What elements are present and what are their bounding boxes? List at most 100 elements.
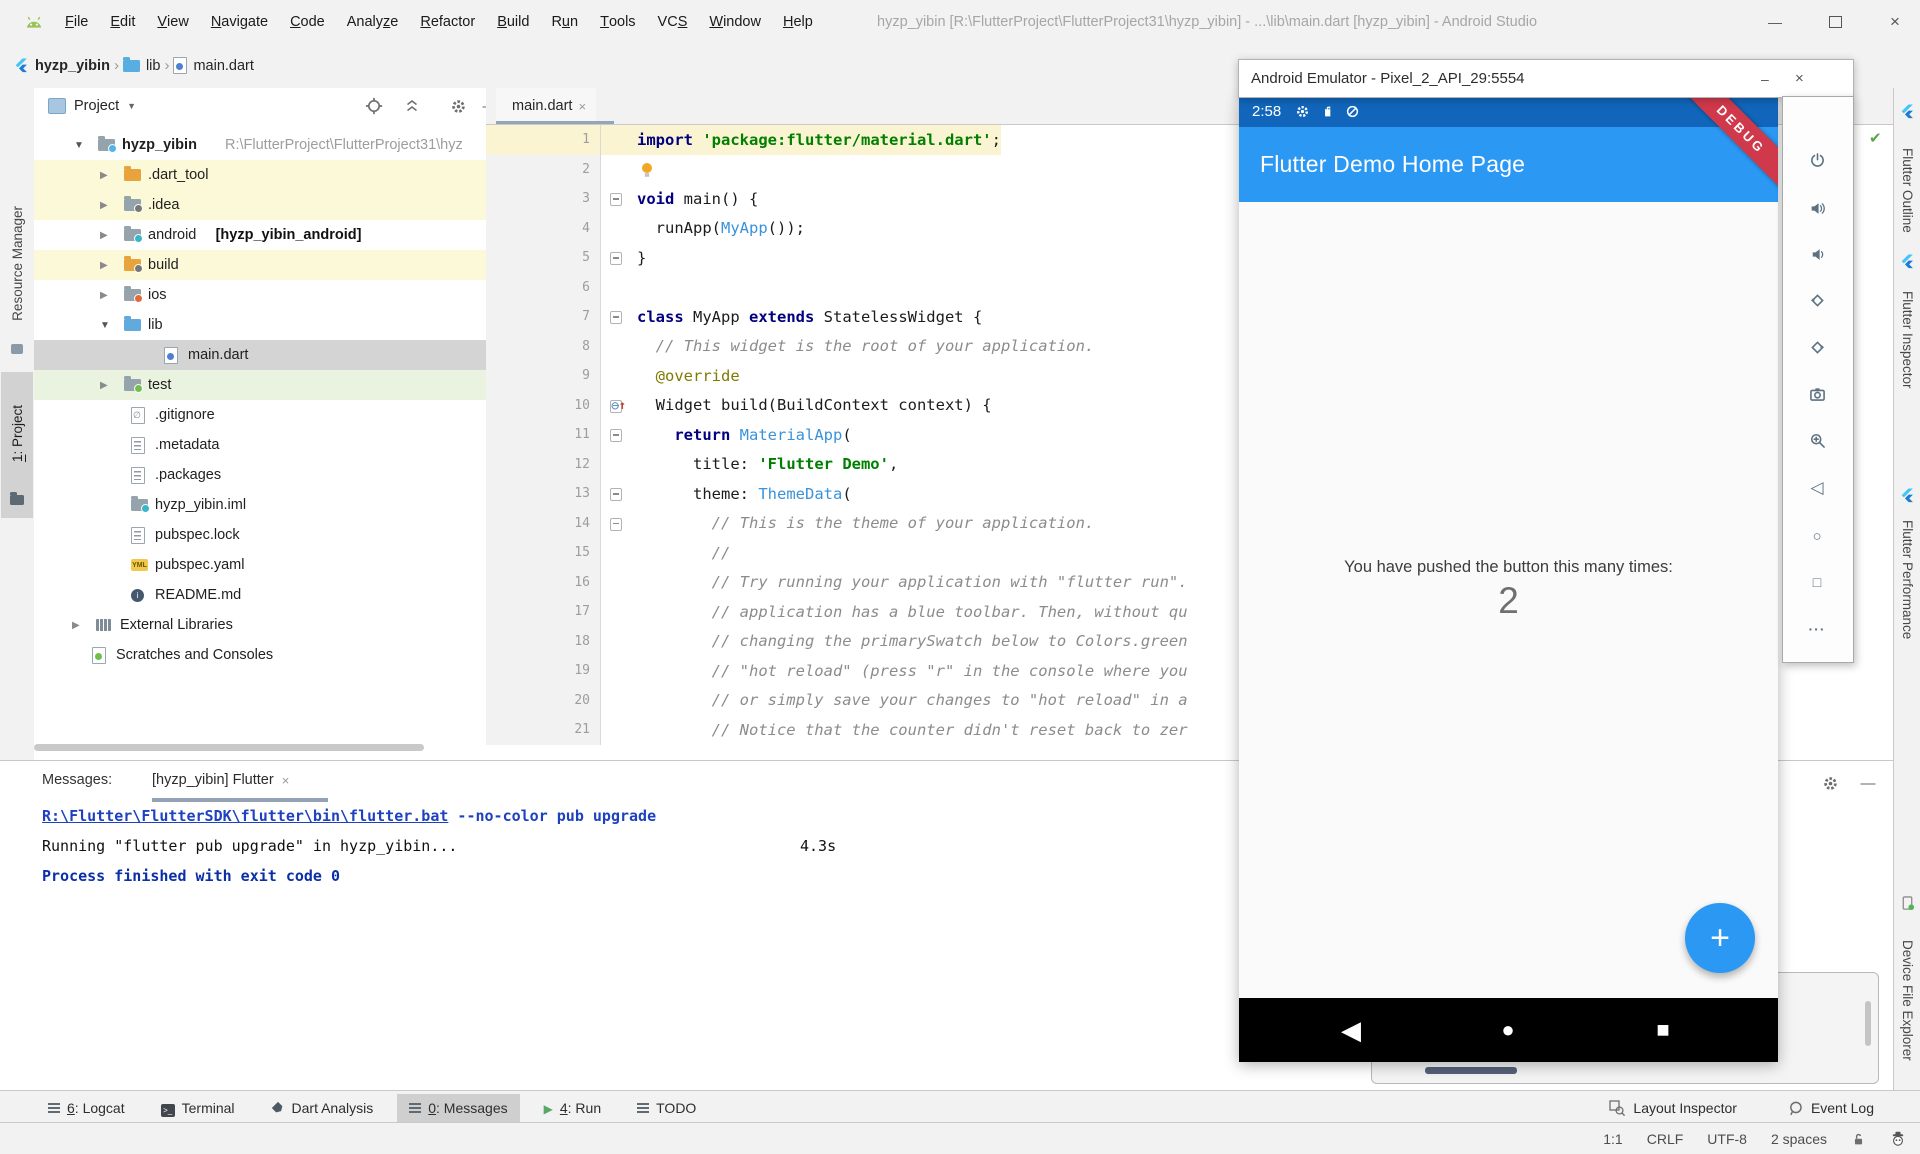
breadcrumb-item-lib[interactable]: lib xyxy=(123,58,161,74)
tree-item-hyzp-yibin-iml[interactable]: hyzp_yibin.iml xyxy=(34,490,486,520)
menu-item-run[interactable]: Run xyxy=(540,0,589,44)
tool-button-terminal[interactable]: >_Terminal xyxy=(149,1094,247,1122)
emulator-screenshot-icon[interactable] xyxy=(1783,383,1851,405)
emulator-screen[interactable]: 2:58 Flutter Demo Home Page DEBUG You ha… xyxy=(1239,96,1778,1062)
menu-item-build[interactable]: Build xyxy=(486,0,540,44)
minimize-window-icon[interactable]: — xyxy=(1752,0,1798,44)
sidebar-item-resource-manager[interactable]: Resource Manager xyxy=(0,188,34,338)
menu-item-view[interactable]: View xyxy=(146,0,199,44)
fold-marker-icon[interactable] xyxy=(610,311,622,324)
emulator-rotate-left-icon[interactable] xyxy=(1783,289,1851,311)
horizontal-scrollbar[interactable] xyxy=(34,744,424,751)
tree-item-pubspec-lock[interactable]: pubspec.lock xyxy=(34,520,486,550)
hector-inspector-icon[interactable] xyxy=(1890,1131,1906,1147)
tool-button-todo[interactable]: TODO xyxy=(625,1094,708,1122)
emulator-volume-up-icon[interactable] xyxy=(1783,197,1851,219)
fab-add-button[interactable]: + xyxy=(1685,903,1755,973)
minimize-window-icon[interactable]: – xyxy=(1761,71,1769,87)
menu-item-refactor[interactable]: Refactor xyxy=(409,0,486,44)
menu-item-window[interactable]: Window xyxy=(698,0,772,44)
menu-item-tools[interactable]: Tools xyxy=(589,0,646,44)
fold-marker-icon[interactable] xyxy=(610,429,622,442)
console-link[interactable]: R:\Flutter\FlutterSDK\flutter\bin\flutte… xyxy=(42,807,448,825)
intention-bulb-icon[interactable] xyxy=(639,161,655,179)
tree-item-ios[interactable]: ▶ios xyxy=(34,280,486,310)
tree-item-readme-md[interactable]: iREADME.md xyxy=(34,580,486,610)
write-lock-icon[interactable] xyxy=(1851,1132,1866,1147)
panel-settings-gear-icon[interactable] xyxy=(446,94,470,118)
emulator-zoom-icon[interactable] xyxy=(1783,429,1851,451)
emulator-power-icon[interactable] xyxy=(1783,149,1851,171)
menu-item-navigate[interactable]: Navigate xyxy=(200,0,279,44)
panel-settings-gear-icon[interactable] xyxy=(1820,773,1840,793)
emulator-more-icon[interactable]: ··· xyxy=(1783,618,1851,640)
close-window-icon[interactable]: × xyxy=(1795,70,1804,87)
sidebar-item-flutter-performance[interactable]: Flutter Performance xyxy=(1894,504,1920,656)
breadcrumb-item-main-dart[interactable]: main.dart xyxy=(173,57,253,74)
collapse-all-icon[interactable] xyxy=(400,94,424,118)
tool-button-layout-inspector[interactable]: Layout Inspector xyxy=(1596,1094,1749,1122)
tree-collapse-arrow-icon[interactable]: ▶ xyxy=(100,380,108,391)
tool-button-0-messages[interactable]: 0: Messages xyxy=(397,1094,519,1122)
tree-collapse-arrow-icon[interactable]: ▶ xyxy=(100,290,108,301)
tree-item-dart-tool[interactable]: ▶.dart_tool xyxy=(34,160,486,190)
sidebar-item-flutter-inspector[interactable]: Flutter Inspector xyxy=(1894,270,1920,410)
tool-button-dart-analysis[interactable]: Dart Analysis xyxy=(259,1094,386,1122)
menu-item-edit[interactable]: Edit xyxy=(99,0,146,44)
emulator-overview-icon[interactable]: □ xyxy=(1783,571,1851,593)
sidebar-item-device-file-explorer[interactable]: Device File Explorer xyxy=(1894,914,1920,1086)
close-tab-icon[interactable]: × xyxy=(282,773,290,788)
tool-button-6-logcat[interactable]: 6: Logcat xyxy=(36,1094,137,1122)
tool-button-event-log[interactable]: Event Log xyxy=(1775,1094,1886,1122)
tree-item-hyzp-yibin[interactable]: ▼hyzp_yibinR:\FlutterProject\FlutterProj… xyxy=(34,130,486,160)
emulator-rotate-right-icon[interactable] xyxy=(1783,336,1851,358)
tree-collapse-arrow-icon[interactable]: ▶ xyxy=(100,260,108,271)
messages-tab-flutter[interactable]: [hyzp_yibin] Flutter × xyxy=(152,772,289,788)
breadcrumb-item-hyzp-yibin[interactable]: hyzp_yibin xyxy=(14,58,110,74)
close-tab-icon[interactable]: × xyxy=(578,99,586,114)
indent-style[interactable]: 2 spaces xyxy=(1771,1131,1827,1147)
file-encoding[interactable]: UTF-8 xyxy=(1707,1131,1747,1147)
menu-item-vcs[interactable]: VCS xyxy=(647,0,699,44)
tree-collapse-arrow-icon[interactable]: ▶ xyxy=(100,230,108,241)
tree-item-test[interactable]: ▶test xyxy=(34,370,486,400)
menu-item-file[interactable]: File xyxy=(54,0,99,44)
vertical-scrollbar[interactable] xyxy=(1865,1001,1871,1046)
override-method-icon[interactable]: ○↑ xyxy=(612,398,626,412)
menu-item-analyze[interactable]: Analyze xyxy=(336,0,410,44)
tree-collapse-arrow-icon[interactable]: ▶ xyxy=(72,620,80,631)
tree-item-external-libraries[interactable]: ▶External Libraries xyxy=(34,610,486,640)
nav-back-icon[interactable]: ◀ xyxy=(1329,998,1373,1062)
tree-item-metadata[interactable]: .metadata xyxy=(34,430,486,460)
project-view-selector[interactable]: Project xyxy=(74,98,119,114)
emulator-volume-down-icon[interactable] xyxy=(1783,243,1851,265)
sidebar-item-flutter-outline[interactable]: Flutter Outline xyxy=(1894,120,1920,260)
tree-item-android[interactable]: ▶android[hyzp_yibin_android] xyxy=(34,220,486,250)
emulator-home-icon[interactable]: ○ xyxy=(1783,525,1851,547)
tree-item-main-dart[interactable]: main.dart xyxy=(34,340,486,370)
tree-item-packages[interactable]: .packages xyxy=(34,460,486,490)
tree-expand-arrow-icon[interactable]: ▼ xyxy=(100,320,110,331)
menu-item-help[interactable]: Help xyxy=(772,0,824,44)
tree-item-pubspec-yaml[interactable]: YMLpubspec.yaml xyxy=(34,550,486,580)
emulator-title-bar[interactable]: Android Emulator - Pixel_2_API_29:5554 –… xyxy=(1238,59,1854,98)
line-separator[interactable]: CRLF xyxy=(1647,1131,1684,1147)
tree-item-gitignore[interactable]: ∅.gitignore xyxy=(34,400,486,430)
caret-position[interactable]: 1:1 xyxy=(1603,1131,1622,1147)
tree-collapse-arrow-icon[interactable]: ▶ xyxy=(100,170,108,181)
nav-home-icon[interactable]: ● xyxy=(1486,998,1530,1062)
tab-main-dart[interactable]: main.dart × xyxy=(496,88,596,124)
fold-marker-icon[interactable] xyxy=(610,488,622,501)
sidebar-item-project[interactable]: 1: Project xyxy=(0,378,34,490)
menu-item-code[interactable]: Code xyxy=(279,0,336,44)
hide-panel-icon[interactable]: — xyxy=(1858,773,1878,793)
close-window-icon[interactable]: × xyxy=(1872,0,1918,44)
tree-item-scratches-and-consoles[interactable]: Scratches and Consoles xyxy=(34,640,486,670)
fold-marker-icon[interactable] xyxy=(610,252,622,265)
maximize-window-icon[interactable] xyxy=(1812,0,1858,44)
tree-item-lib[interactable]: ▼lib xyxy=(34,310,486,340)
tool-button-4-run[interactable]: ▶4: Run xyxy=(532,1094,614,1122)
fold-marker-icon[interactable] xyxy=(610,518,622,531)
fold-marker-icon[interactable] xyxy=(610,193,622,206)
tree-item-build[interactable]: ▶build xyxy=(34,250,486,280)
